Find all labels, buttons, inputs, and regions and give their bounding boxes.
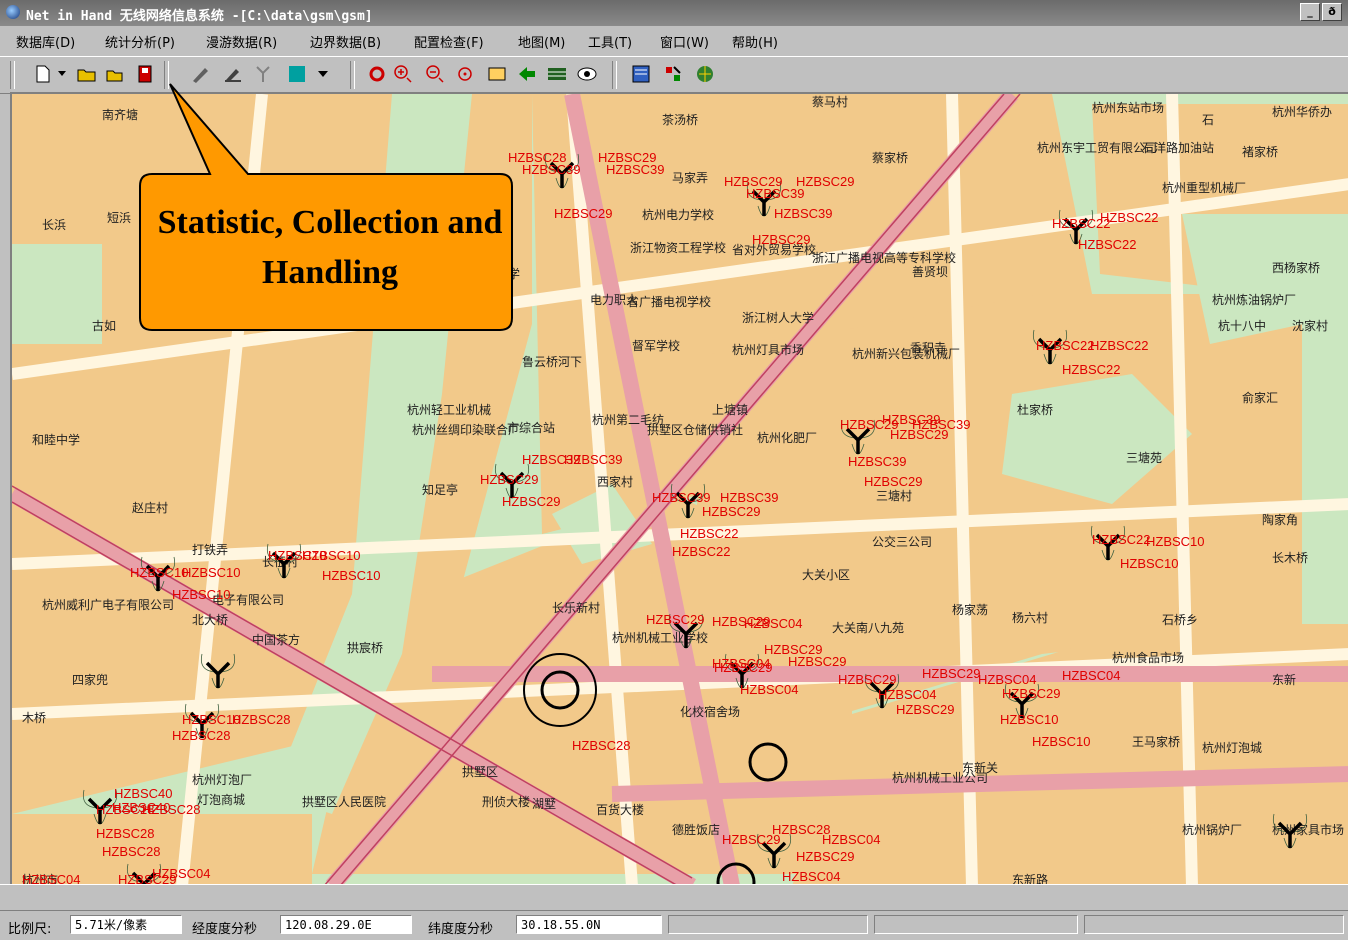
longitude-label: 经度度分秒 [192, 922, 258, 937]
callout-text: Statistic, Collection and Handling [157, 204, 503, 291]
status-panel [874, 915, 1078, 934]
latitude-label: 纬度度分秒 [428, 922, 494, 937]
longitude-value: 120.08.29.0E [280, 915, 412, 934]
scale-value: 5.71米/像素 [70, 915, 182, 934]
status-panel [668, 915, 868, 934]
callout-bubble [139, 83, 513, 331]
status-bar: 比例尺: 5.71米/像素 经度度分秒 120.08.29.0E 纬度度分秒 3… [0, 910, 1348, 940]
status-panel [1084, 915, 1344, 934]
scale-label: 比例尺: [8, 922, 52, 937]
horizontal-scrollbar[interactable] [0, 884, 1348, 911]
latitude-value: 30.18.55.0N [516, 915, 662, 934]
